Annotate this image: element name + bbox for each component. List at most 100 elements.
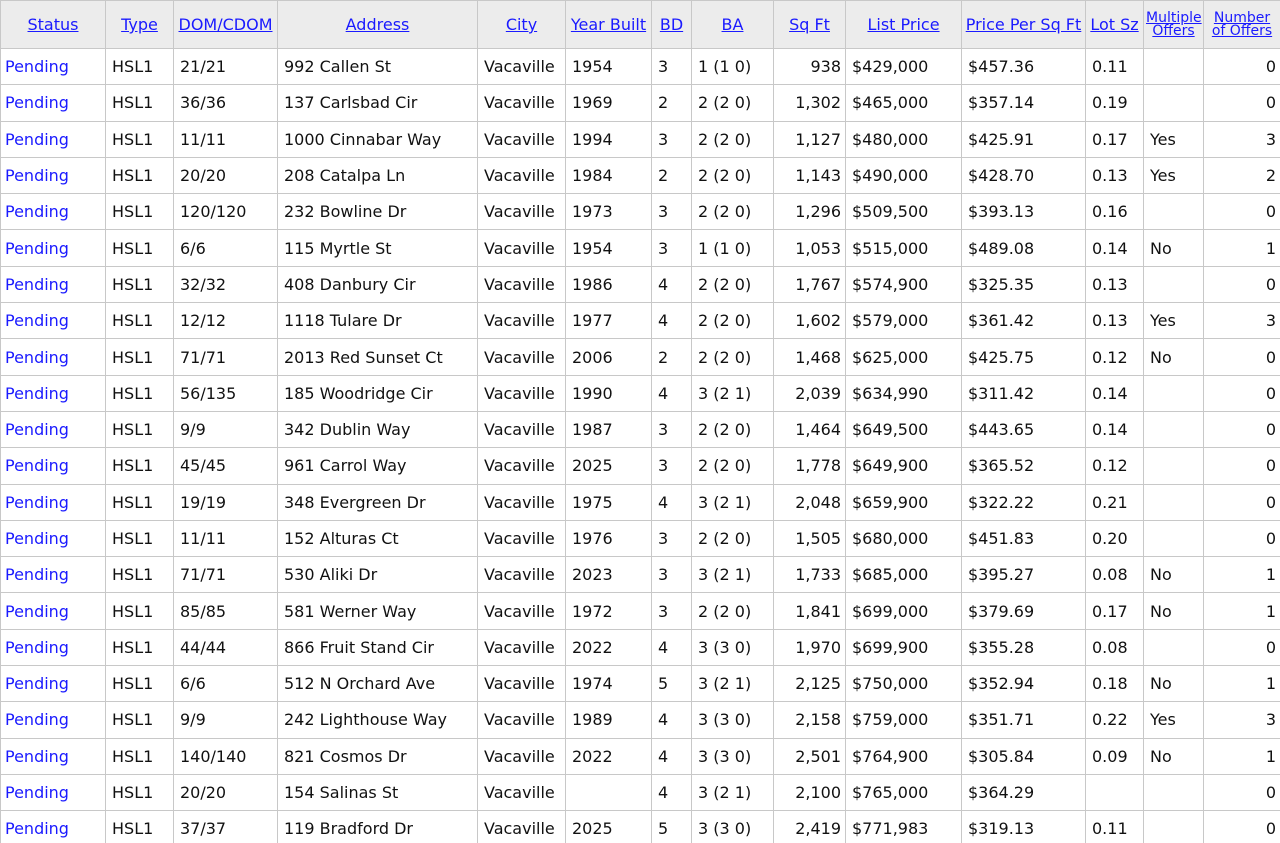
cell-dom-cdom: 6/6 [173, 665, 278, 703]
cell-status: Pending [0, 773, 106, 812]
cell-address: 137 Carlsbad Cir [277, 84, 478, 122]
sort-year-built-link[interactable]: Year Built [571, 15, 646, 34]
status-link[interactable]: Pending [5, 747, 69, 766]
status-link[interactable]: Pending [5, 275, 69, 294]
status-link[interactable]: Pending [5, 239, 69, 258]
cell-bd: 4 [651, 773, 692, 812]
cell-bd: 2 [651, 156, 692, 195]
cell-address: 961 Carrol Way [277, 447, 478, 485]
status-link[interactable]: Pending [5, 166, 69, 185]
status-link[interactable]: Pending [5, 311, 69, 330]
sort-bd-link[interactable]: BD [660, 15, 683, 34]
cell-multiple-offers [1143, 193, 1204, 231]
cell-dom-cdom: 20/20 [173, 156, 278, 195]
sort-number-of-offers-link[interactable]: Number of Offers [1206, 11, 1278, 38]
cell-ba: 3 (3 0) [691, 810, 774, 843]
table-row: Pending HSL1 20/20 208 Catalpa Ln Vacaville 1… [0, 156, 1280, 195]
status-link[interactable]: Pending [5, 57, 69, 76]
status-link[interactable]: Pending [5, 565, 69, 584]
sort-dom-link[interactable]: DOM/CDOM [179, 15, 273, 34]
cell-type: HSL1 [105, 120, 174, 158]
cell-status: Pending [0, 701, 106, 739]
cell-type: HSL1 [105, 628, 174, 667]
cell-status: Pending [0, 483, 106, 521]
cell-number-of-offers: 1 [1203, 737, 1280, 775]
cell-status: Pending [0, 556, 106, 594]
status-link[interactable]: Pending [5, 202, 69, 221]
cell-status: Pending [0, 47, 106, 86]
sort-list-price-link[interactable]: List Price [867, 15, 939, 34]
cell-type: HSL1 [105, 773, 174, 812]
cell-status: Pending [0, 193, 106, 231]
cell-address: 342 Dublin Way [277, 410, 478, 449]
cell-bd: 4 [651, 374, 692, 412]
cell-multiple-offers [1143, 265, 1204, 304]
cell-lot-size: 0.14 [1085, 410, 1144, 449]
cell-bd: 4 [651, 302, 692, 340]
cell-price-per-sqft: $379.69 [961, 592, 1086, 630]
status-link[interactable]: Pending [5, 456, 69, 475]
status-link[interactable]: Pending [5, 602, 69, 621]
status-link[interactable]: Pending [5, 638, 69, 657]
cell-city: Vacaville [477, 302, 566, 340]
status-link[interactable]: Pending [5, 674, 69, 693]
cell-number-of-offers: 0 [1203, 84, 1280, 122]
sort-lot-size-link[interactable]: Lot Sz [1090, 15, 1138, 34]
status-link[interactable]: Pending [5, 493, 69, 512]
cell-dom-cdom: 9/9 [173, 410, 278, 449]
cell-dom-cdom: 12/12 [173, 302, 278, 340]
cell-address: 408 Danbury Cir [277, 265, 478, 304]
cell-multiple-offers: No [1143, 338, 1204, 376]
sort-city-link[interactable]: City [506, 15, 537, 34]
col-header-city: City [477, 0, 566, 49]
cell-number-of-offers: 0 [1203, 628, 1280, 667]
cell-year-built: 2025 [565, 810, 652, 843]
sort-ba-link[interactable]: BA [722, 15, 744, 34]
cell-price-per-sqft: $395.27 [961, 556, 1086, 594]
cell-status: Pending [0, 628, 106, 667]
cell-price-per-sqft: $325.35 [961, 265, 1086, 304]
status-link[interactable]: Pending [5, 384, 69, 403]
col-header-year-built: Year Built [565, 0, 652, 49]
cell-address: 152 Alturas Ct [277, 519, 478, 558]
cell-price-per-sqft: $351.71 [961, 701, 1086, 739]
cell-city: Vacaville [477, 665, 566, 703]
cell-city: Vacaville [477, 701, 566, 739]
sort-sqft-link[interactable]: Sq Ft [789, 15, 830, 34]
cell-price-per-sqft: $451.83 [961, 519, 1086, 558]
status-link[interactable]: Pending [5, 348, 69, 367]
cell-sqft: 1,778 [773, 447, 846, 485]
table-row: Pending HSL1 56/135 185 Woodridge Cir Vacavi… [0, 374, 1280, 412]
cell-sqft: 2,039 [773, 374, 846, 412]
cell-ba: 2 (2 0) [691, 592, 774, 630]
sort-address-link[interactable]: Address [346, 15, 410, 34]
cell-number-of-offers: 0 [1203, 193, 1280, 231]
cell-dom-cdom: 19/19 [173, 483, 278, 521]
cell-lot-size: 0.12 [1085, 338, 1144, 376]
sort-price-per-sqft-link[interactable]: Price Per Sq Ft [966, 15, 1082, 34]
cell-status: Pending [0, 374, 106, 412]
cell-bd: 3 [651, 519, 692, 558]
cell-address: 1000 Cinnabar Way [277, 120, 478, 158]
cell-year-built: 1954 [565, 229, 652, 267]
cell-year-built: 1977 [565, 302, 652, 340]
cell-city: Vacaville [477, 556, 566, 594]
col-header-multiple-offers: Multiple Offers [1143, 0, 1204, 49]
cell-lot-size: 0.14 [1085, 374, 1144, 412]
cell-number-of-offers: 1 [1203, 556, 1280, 594]
sort-type-link[interactable]: Type [121, 15, 158, 34]
cell-list-price: $515,000 [845, 229, 962, 267]
status-link[interactable]: Pending [5, 529, 69, 548]
status-link[interactable]: Pending [5, 93, 69, 112]
cell-status: Pending [0, 410, 106, 449]
cell-number-of-offers: 0 [1203, 810, 1280, 843]
status-link[interactable]: Pending [5, 420, 69, 439]
cell-price-per-sqft: $355.28 [961, 628, 1086, 667]
sort-status-link[interactable]: Status [28, 15, 79, 34]
status-link[interactable]: Pending [5, 783, 69, 802]
status-link[interactable]: Pending [5, 130, 69, 149]
status-link[interactable]: Pending [5, 819, 69, 838]
sort-multiple-offers-link[interactable]: Multiple Offers [1146, 11, 1202, 38]
status-link[interactable]: Pending [5, 710, 69, 729]
cell-sqft: 1,468 [773, 338, 846, 376]
